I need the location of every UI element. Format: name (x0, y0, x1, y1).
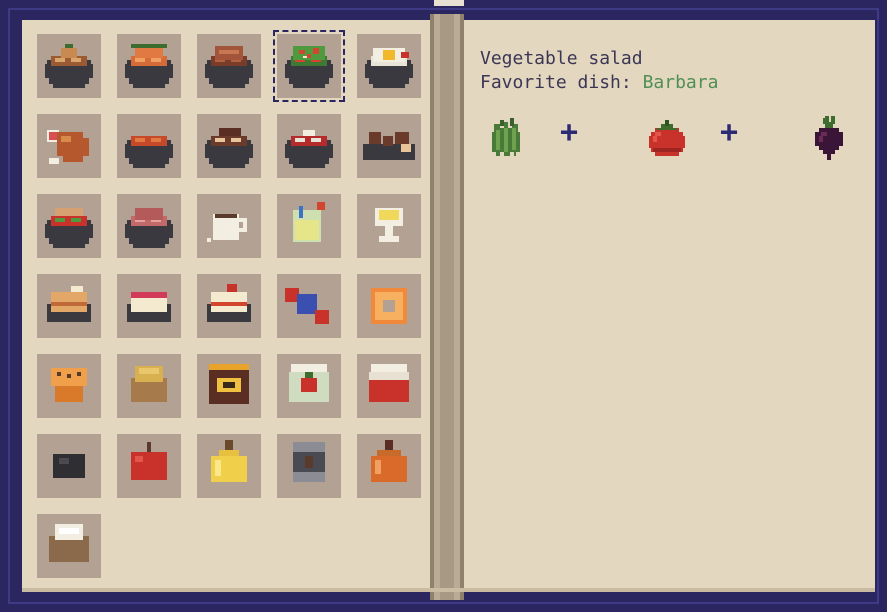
recipe-slot[interactable] (37, 114, 101, 178)
recipe-slot[interactable] (117, 434, 181, 498)
tomato-soup-icon (125, 136, 173, 168)
recipe-slot[interactable] (277, 194, 341, 258)
recipe-slot[interactable] (37, 514, 101, 578)
flour-sack-icon (49, 524, 89, 562)
seafood-bowl-icon (125, 44, 173, 88)
tea-glass-icon (375, 208, 403, 242)
salad-plate-icon (45, 208, 93, 248)
candy-icon (285, 288, 329, 324)
recipe-slot[interactable] (197, 434, 261, 498)
recipe-slot[interactable] (37, 434, 101, 498)
recipe-slot[interactable] (277, 354, 341, 418)
recipe-slot[interactable] (37, 274, 101, 338)
green-pepper-icon (492, 118, 520, 156)
recipe-slot[interactable] (117, 354, 181, 418)
recipe-slot[interactable] (37, 34, 101, 98)
recipe-slot[interactable] (197, 194, 261, 258)
recipe-slot[interactable] (37, 354, 101, 418)
apple-icon (131, 442, 167, 480)
recipe-slot[interactable] (357, 354, 421, 418)
cheesecake-slice-icon (127, 292, 171, 322)
recipe-slot[interactable] (117, 194, 181, 258)
honey-jar-icon (209, 364, 249, 404)
vegetable-salad-icon (285, 46, 333, 88)
borscht-icon (285, 130, 333, 168)
recipe-slot[interactable] (117, 274, 181, 338)
book-spine (430, 14, 464, 600)
favorite-character-name: Barbara (642, 72, 719, 93)
muffin-icon (51, 368, 87, 402)
fried-egg-bowl-icon (365, 48, 413, 88)
pie-slice-icon (47, 286, 91, 322)
noodle-meat-bowl-icon (205, 128, 253, 168)
favorite-label: Favorite dish: (480, 72, 632, 93)
recipe-detail-page (464, 20, 875, 592)
roast-bowl-icon (205, 46, 253, 88)
recipe-slot[interactable] (357, 194, 421, 258)
recipe-slot[interactable] (197, 354, 261, 418)
recipe-slot[interactable] (197, 274, 261, 338)
recipe-slot[interactable] (357, 434, 421, 498)
oil-bottle-icon (211, 440, 247, 482)
tomato-icon (649, 120, 685, 156)
recipe-slot[interactable] (37, 194, 101, 258)
meatballs-plate-icon (363, 132, 415, 160)
coal-lump-icon (53, 454, 85, 478)
recipe-slot[interactable] (277, 114, 341, 178)
recipe-title: Vegetable salad (480, 48, 643, 69)
recipe-slot[interactable] (357, 34, 421, 98)
recipe-slot[interactable] (273, 30, 345, 102)
plus-sign-1: + (560, 115, 579, 150)
strawberry-cake-slice-icon (207, 284, 251, 322)
recipe-slot[interactable] (357, 274, 421, 338)
lemonade-glass-icon (293, 202, 325, 242)
recipe-slot[interactable] (197, 34, 261, 98)
grain-sack-icon (131, 366, 167, 402)
page-edge (22, 588, 875, 592)
recipe-slot[interactable] (277, 274, 341, 338)
coffee-cup-icon (207, 214, 247, 242)
recipe-slot[interactable] (357, 114, 421, 178)
recipe-slot[interactable] (117, 114, 181, 178)
syrup-bottle-icon (371, 440, 407, 482)
stew-bowl-icon (45, 44, 93, 88)
recipe-slot[interactable] (277, 434, 341, 498)
jam-jar-icon (369, 364, 409, 402)
coffee-can-icon (293, 442, 325, 482)
beet-icon (815, 116, 843, 160)
recipe-book: Vegetable salad Favorite dish: Barbara +… (0, 0, 887, 612)
chicken-leg-icon (47, 130, 89, 164)
recipe-slot[interactable] (197, 114, 261, 178)
pickled-tomato-jar-icon (289, 364, 329, 402)
plus-sign-2: + (720, 115, 739, 150)
meat-plate-icon (125, 208, 173, 248)
bookmark-ribbon (434, 0, 464, 6)
favorite-line: Favorite dish: Barbara (480, 72, 718, 93)
recipe-slot[interactable] (117, 34, 181, 98)
donut-icon (371, 288, 407, 324)
